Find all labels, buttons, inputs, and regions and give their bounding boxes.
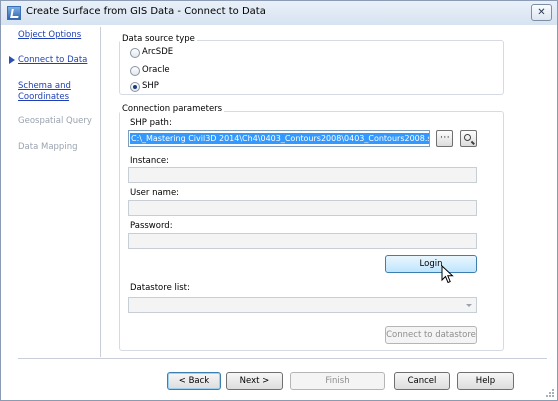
data-source-group [119, 40, 504, 95]
footer-separator [18, 358, 547, 359]
radio-oracle-label: Oracle [142, 65, 170, 75]
login-button[interactable]: Login [385, 255, 477, 273]
magnifier-icon [464, 134, 471, 141]
shp-path-input[interactable]: C:\_Mastering Civil3D 2014\Ch4\0403_Cont… [128, 130, 430, 147]
resize-grip-icon[interactable] [545, 388, 555, 398]
username-input[interactable] [128, 200, 477, 216]
nav-item-schema-line2: Coordinates [18, 92, 70, 102]
datastore-list-select[interactable] [128, 297, 477, 313]
arrow-right-icon [9, 56, 15, 64]
chevron-down-icon [466, 304, 472, 307]
radio-shp-circle[interactable] [130, 82, 140, 92]
search-button[interactable] [460, 130, 477, 147]
mouse-pointer-icon [441, 265, 454, 284]
nav-item-schema-line1: Schema and [18, 81, 71, 91]
password-label: Password: [130, 221, 173, 231]
radio-shp-label: SHP [142, 81, 159, 91]
browse-button[interactable]: ··· [436, 130, 453, 147]
radio-arcsde-label: ArcSDE [142, 47, 174, 57]
nav-item-geospatial-query: Geospatial Query [18, 116, 92, 126]
dialog-window: Create Surface from GIS Data - Connect t… [0, 0, 558, 401]
nav-item-schema-and-coordinates[interactable]: Schema and Coordinates [18, 81, 71, 103]
radio-oracle-circle[interactable] [130, 66, 140, 76]
datastore-list-label: Datastore list: [130, 283, 190, 293]
data-source-group-label: Data source type [120, 34, 197, 44]
nav-divider [100, 27, 101, 357]
connection-params-group-label: Connection parameters [120, 104, 225, 114]
cancel-button[interactable]: Cancel [394, 372, 450, 390]
shp-path-label: SHP path: [130, 118, 172, 128]
help-button[interactable]: Help [457, 372, 514, 390]
radio-arcsde-circle[interactable] [130, 48, 140, 58]
nav-item-connect-to-data[interactable]: Connect to Data [18, 55, 87, 66]
title-bar[interactable]: Create Surface from GIS Data - Connect t… [1, 1, 557, 25]
username-label: User name: [130, 188, 180, 198]
next-button[interactable]: Next > [226, 372, 283, 390]
connection-params-group [119, 111, 504, 351]
instance-label: Instance: [130, 156, 170, 166]
password-input[interactable] [128, 233, 477, 249]
app-icon [7, 6, 21, 20]
nav-item-object-options[interactable]: Object Options [18, 30, 81, 41]
instance-input[interactable] [128, 167, 477, 183]
close-button[interactable]: ✕ [531, 4, 552, 21]
ellipsis-icon: ··· [440, 133, 451, 143]
back-button[interactable]: < Back [167, 372, 221, 390]
shp-path-value: C:\_Mastering Civil3D 2014\Ch4\0403_Cont… [130, 133, 429, 144]
connect-to-datastore-button: Connect to datastore [385, 326, 477, 344]
window-title: Create Surface from GIS Data - Connect t… [26, 6, 266, 17]
finish-button: Finish [290, 372, 385, 390]
nav-item-data-mapping: Data Mapping [18, 142, 78, 152]
